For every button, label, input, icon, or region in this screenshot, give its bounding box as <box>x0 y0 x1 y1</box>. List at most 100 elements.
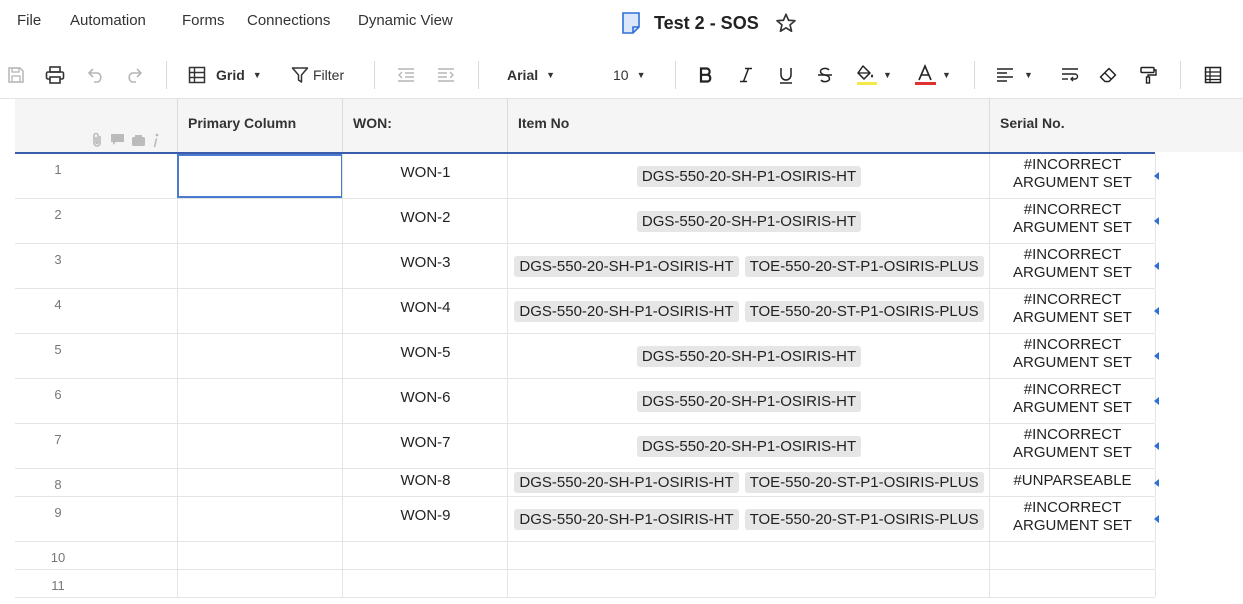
cell-item-no[interactable]: DGS-550-20-SH-P1-OSIRIS-HT <box>507 199 990 243</box>
cell-won[interactable]: WON-5 <box>342 334 508 378</box>
cell-link-marker-icon[interactable] <box>1154 172 1159 180</box>
fill-color-button[interactable]: ▼ <box>855 62 901 88</box>
cell-item-no[interactable]: DGS-550-20-SH-P1-OSIRIS-HT <box>507 334 990 378</box>
cell-serial-no[interactable]: #INCORRECT ARGUMENT SET <box>989 289 1159 333</box>
cell-serial-no[interactable]: #INCORRECT ARGUMENT SET <box>989 334 1159 378</box>
indent-button[interactable] <box>436 62 456 88</box>
column-header-serial-no[interactable]: Serial No. <box>989 99 1155 152</box>
cell-link-marker-icon[interactable] <box>1154 442 1159 450</box>
comment-icon[interactable] <box>110 133 125 147</box>
cell-won[interactable]: WON-4 <box>342 289 508 333</box>
cell-serial-no[interactable] <box>989 542 1156 569</box>
underline-button[interactable] <box>776 62 796 88</box>
cell-serial-no[interactable]: #INCORRECT ARGUMENT SET <box>989 199 1159 243</box>
cell-item-no[interactable]: DGS-550-20-SH-P1-OSIRIS-HT <box>507 154 990 198</box>
cell-serial-no[interactable]: #INCORRECT ARGUMENT SET <box>989 424 1159 468</box>
table-row[interactable]: 9 WON-9 DGS-550-20-SH-P1-OSIRIS-HT TOE-550-… <box>15 497 1159 542</box>
menu-dynamic-view[interactable]: Dynamic View <box>358 12 453 29</box>
item-tag[interactable]: DGS-550-20-SH-P1-OSIRIS-HT <box>514 508 739 530</box>
cell-primary[interactable] <box>177 570 343 597</box>
cell-primary[interactable] <box>177 199 343 243</box>
table-row[interactable]: 3 WON-3 DGS-550-20-SH-P1-OSIRIS-HT TOE-550-… <box>15 244 1159 289</box>
print-button[interactable] <box>44 62 66 88</box>
cell-serial-no[interactable]: #INCORRECT ARGUMENT SET <box>989 244 1159 288</box>
table-row[interactable]: 7 WON-7 DGS-550-20-SH-P1-OSIRIS-HT #INCORRE… <box>15 424 1159 469</box>
cell-primary[interactable] <box>177 542 343 569</box>
cell-serial-no[interactable]: #UNPARSEABLE <box>989 469 1159 496</box>
align-button[interactable]: ▼ <box>996 62 1042 88</box>
cell-link-marker-icon[interactable] <box>1154 515 1159 523</box>
cell-serial-no[interactable] <box>989 570 1156 597</box>
cell-item-no[interactable]: DGS-550-20-SH-P1-OSIRIS-HT <box>507 424 990 468</box>
cell-link-marker-icon[interactable] <box>1154 307 1159 315</box>
menu-file[interactable]: File <box>17 12 41 29</box>
cell-won[interactable]: WON-9 <box>342 497 508 541</box>
text-color-button[interactable]: ▼ <box>914 62 960 88</box>
font-family-select[interactable]: Arial ▼ <box>507 62 563 88</box>
cell-item-no[interactable] <box>507 542 990 569</box>
table-row[interactable]: 2 WON-2 DGS-550-20-SH-P1-OSIRIS-HT #INCORRE… <box>15 199 1159 244</box>
redo-button[interactable] <box>123 62 145 88</box>
undo-button[interactable] <box>85 62 107 88</box>
column-header-primary[interactable]: Primary Column <box>177 99 343 152</box>
cell-won[interactable]: WON-7 <box>342 424 508 468</box>
card-layout-button[interactable] <box>1203 62 1223 88</box>
cell-primary[interactable] <box>177 469 343 496</box>
table-row[interactable]: 8 WON-8 DGS-550-20-SH-P1-OSIRIS-HT TOE-550-… <box>15 469 1159 497</box>
item-tag[interactable]: DGS-550-20-SH-P1-OSIRIS-HT <box>514 472 739 493</box>
menu-connections[interactable]: Connections <box>247 12 330 29</box>
cell-serial-no[interactable]: #INCORRECT ARGUMENT SET <box>989 379 1159 423</box>
cell-won[interactable]: WON-8 <box>342 469 508 496</box>
table-row[interactable]: 11 <box>15 570 1156 598</box>
cell-item-no[interactable]: DGS-550-20-SH-P1-OSIRIS-HT TOE-550-20-ST-… <box>507 289 990 333</box>
cell-won[interactable]: WON-1 <box>342 154 508 198</box>
cell-primary[interactable] <box>177 497 343 541</box>
item-tag[interactable]: DGS-550-20-SH-P1-OSIRIS-HT <box>514 300 739 322</box>
cell-link-marker-icon[interactable] <box>1154 397 1159 405</box>
cell-link-marker-icon[interactable] <box>1154 217 1159 225</box>
cell-primary[interactable] <box>177 289 343 333</box>
menu-forms[interactable]: Forms <box>182 12 225 29</box>
table-row[interactable]: 6 WON-6 DGS-550-20-SH-P1-OSIRIS-HT #INCORRE… <box>15 379 1159 424</box>
cell-won[interactable]: WON-2 <box>342 199 508 243</box>
item-tag[interactable]: DGS-550-20-SH-P1-OSIRIS-HT <box>636 345 862 367</box>
cell-primary[interactable] <box>177 379 343 423</box>
table-row[interactable]: 1 WON-1 DGS-550-20-SH-P1-OSIRIS-HT #INCORRE… <box>15 154 1159 199</box>
item-tag[interactable]: DGS-550-20-SH-P1-OSIRIS-HT <box>514 255 739 277</box>
attachment-icon[interactable] <box>90 132 104 148</box>
cell-primary[interactable] <box>177 424 343 468</box>
column-header-won[interactable]: WON: <box>342 99 508 152</box>
item-tag[interactable]: TOE-550-20-ST-P1-OSIRIS-PLUS <box>744 255 984 277</box>
item-tag[interactable]: DGS-550-20-SH-P1-OSIRIS-HT <box>636 210 862 232</box>
strikethrough-button[interactable] <box>815 62 835 88</box>
column-header-item-no[interactable]: Item No <box>507 99 990 152</box>
wrap-text-button[interactable] <box>1060 62 1080 88</box>
bold-button[interactable] <box>696 62 716 88</box>
cell-serial-no[interactable]: #INCORRECT ARGUMENT SET <box>989 154 1159 198</box>
cell-primary[interactable] <box>177 334 343 378</box>
outdent-button[interactable] <box>396 62 416 88</box>
cell-primary[interactable] <box>177 244 343 288</box>
cell-primary[interactable] <box>177 154 343 198</box>
cell-link-marker-icon[interactable] <box>1154 478 1159 487</box>
sheet-title[interactable]: Test 2 - SOS <box>654 13 759 34</box>
proof-icon[interactable] <box>131 134 146 147</box>
cell-item-no[interactable] <box>507 570 990 597</box>
save-button[interactable] <box>5 62 27 88</box>
item-tag[interactable]: DGS-550-20-SH-P1-OSIRIS-HT <box>636 435 862 457</box>
cell-item-no[interactable]: DGS-550-20-SH-P1-OSIRIS-HT TOE-550-20-ST-… <box>507 469 990 496</box>
cell-won[interactable] <box>342 542 508 569</box>
view-switcher[interactable]: Grid ▼ <box>188 62 270 88</box>
cell-won[interactable] <box>342 570 508 597</box>
cell-item-no[interactable]: DGS-550-20-SH-P1-OSIRIS-HT TOE-550-20-ST-… <box>507 497 990 541</box>
cell-item-no[interactable]: DGS-550-20-SH-P1-OSIRIS-HT TOE-550-20-ST-… <box>507 244 990 288</box>
item-tag[interactable]: TOE-550-20-ST-P1-OSIRIS-PLUS <box>744 508 984 530</box>
font-size-select[interactable]: 10 ▼ <box>613 62 653 88</box>
star-icon[interactable] <box>775 12 797 34</box>
italic-button[interactable] <box>736 62 756 88</box>
info-icon[interactable] <box>152 133 160 148</box>
cell-link-marker-icon[interactable] <box>1154 262 1159 270</box>
cell-serial-no[interactable]: #INCORRECT ARGUMENT SET <box>989 497 1159 541</box>
cell-link-marker-icon[interactable] <box>1154 352 1159 360</box>
item-tag[interactable]: DGS-550-20-SH-P1-OSIRIS-HT <box>636 165 862 187</box>
